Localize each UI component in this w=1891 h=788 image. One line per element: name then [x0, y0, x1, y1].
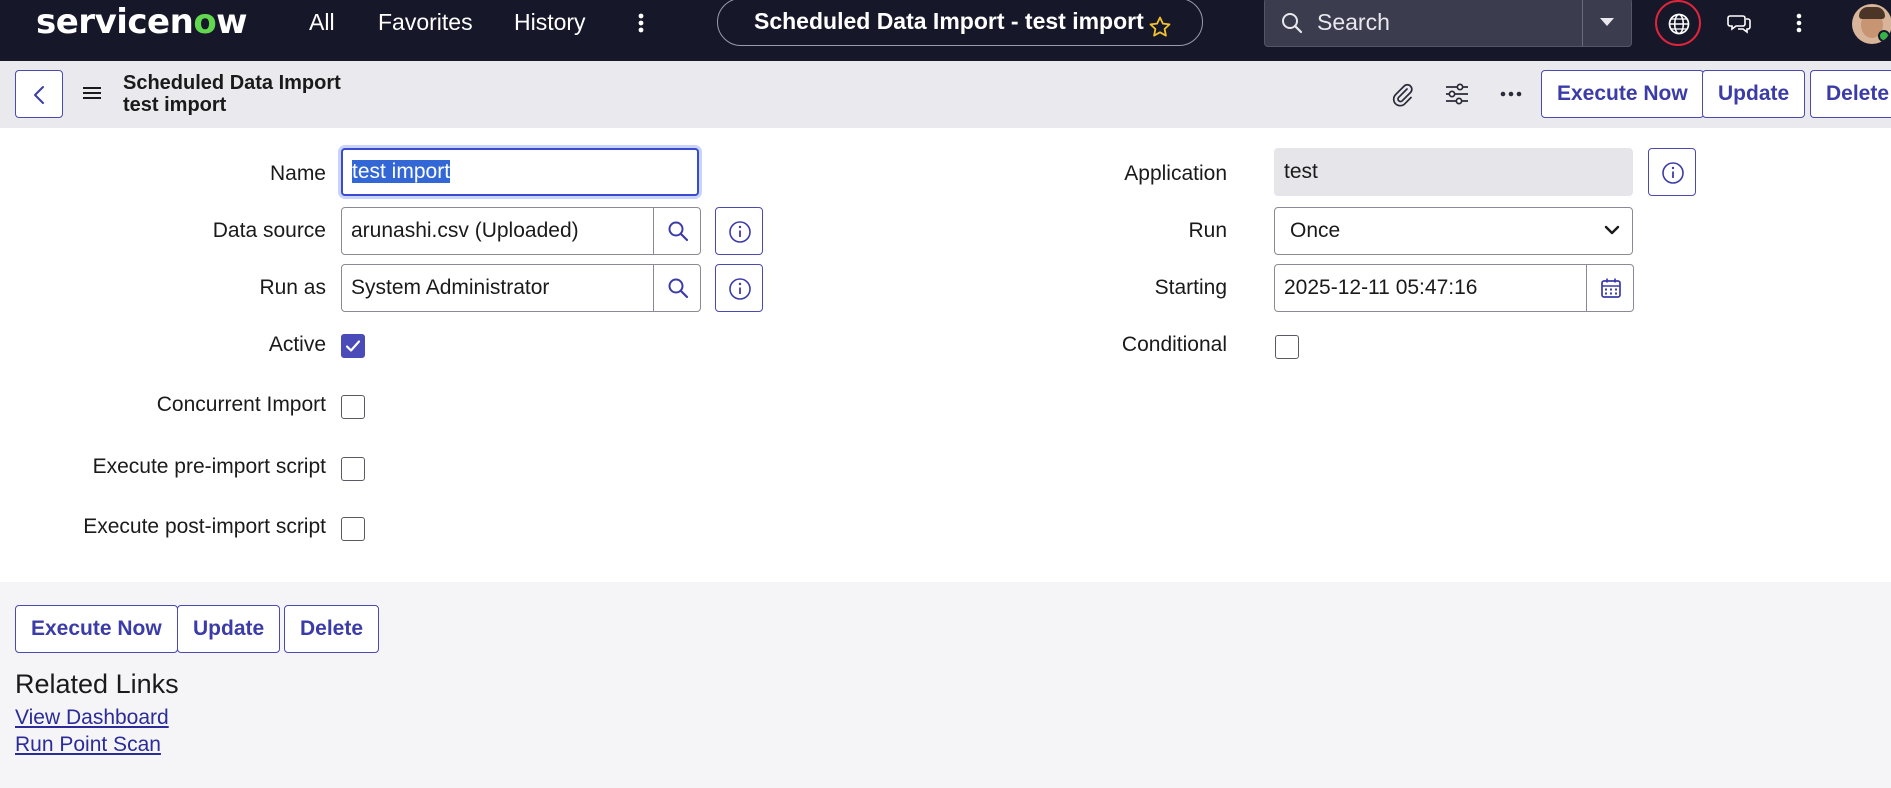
- update-button-bottom[interactable]: Update: [177, 605, 281, 653]
- sliders-icon[interactable]: [1444, 81, 1470, 107]
- search-icon: [1280, 11, 1304, 40]
- related-links-heading: Related Links: [15, 669, 179, 699]
- run-label: Run: [1188, 219, 1227, 242]
- paperclip-icon[interactable]: [1389, 81, 1415, 107]
- starting-field[interactable]: 2025-12-11 05:47:16: [1274, 264, 1587, 312]
- form-subtitle: test import: [123, 94, 227, 116]
- conditional-checkbox[interactable]: [1275, 335, 1299, 359]
- info-icon: [729, 278, 751, 300]
- record-title: Scheduled Data Import - test import: [754, 8, 1144, 34]
- nav-favorites[interactable]: Favorites: [378, 8, 473, 36]
- data-source-lookup-button[interactable]: [653, 207, 701, 255]
- avatar[interactable]: [1852, 4, 1891, 44]
- pre-import-script-checkbox[interactable]: [341, 457, 365, 481]
- info-icon: [729, 221, 751, 243]
- conditional-label: Conditional: [1121, 333, 1227, 356]
- record-title-pill: Scheduled Data Import - test import: [717, 0, 1203, 46]
- back-arrow-icon: [34, 86, 44, 104]
- name-label: Name: [269, 162, 326, 185]
- global-search[interactable]: Search: [1264, 0, 1632, 47]
- data-source-info-button[interactable]: [715, 207, 763, 255]
- form-title: Scheduled Data Import: [123, 72, 341, 94]
- update-button[interactable]: Update: [1702, 70, 1806, 118]
- calendar-icon: [1601, 278, 1621, 298]
- active-checkbox[interactable]: [341, 334, 365, 358]
- application-field: test: [1274, 148, 1633, 196]
- data-source-field[interactable]: arunashi.csv (Uploaded): [341, 207, 654, 255]
- view-dashboard-link[interactable]: View Dashboard: [15, 706, 169, 730]
- search-scope-dropdown[interactable]: [1582, 0, 1631, 46]
- hamburger-icon[interactable]: [83, 85, 103, 106]
- search-input[interactable]: Search: [1317, 9, 1390, 36]
- name-field[interactable]: test import: [341, 148, 699, 196]
- post-import-script-checkbox[interactable]: [341, 517, 365, 541]
- form-header: Scheduled Data Import test import Execut…: [0, 61, 1891, 128]
- checkmark-icon: [345, 340, 361, 352]
- search-icon: [668, 221, 689, 242]
- delete-button-bottom[interactable]: Delete: [284, 605, 380, 653]
- run-select[interactable]: Once: [1274, 207, 1633, 255]
- active-label: Active: [268, 333, 326, 356]
- more-vertical-icon[interactable]: [632, 8, 650, 38]
- calendar-button[interactable]: [1586, 264, 1634, 312]
- info-icon: [1662, 162, 1684, 184]
- star-icon[interactable]: [1148, 9, 1172, 53]
- run-as-lookup-button[interactable]: [653, 264, 701, 312]
- post-import-script-label: Execute post-import script: [83, 515, 326, 538]
- nav-all[interactable]: All: [309, 8, 335, 36]
- chevron-down-icon: [1604, 225, 1620, 235]
- concurrent-import-checkbox[interactable]: [341, 395, 365, 419]
- top-navigation-bar: servicenow All Favorites History Schedul…: [0, 0, 1891, 61]
- run-point-scan-link[interactable]: Run Point Scan: [15, 733, 161, 757]
- servicenow-logo[interactable]: servicenow: [36, 2, 248, 42]
- chevron-down-icon: [1600, 18, 1614, 26]
- globe-icon[interactable]: [1655, 0, 1701, 46]
- run-as-info-button[interactable]: [715, 264, 763, 312]
- run-as-field[interactable]: System Administrator: [341, 264, 654, 312]
- application-info-button[interactable]: [1648, 148, 1696, 196]
- chat-icon[interactable]: [1726, 10, 1752, 36]
- search-icon: [668, 278, 689, 299]
- starting-label: Starting: [1154, 276, 1227, 299]
- more-vertical-icon[interactable]: [1790, 10, 1808, 36]
- presence-indicator: [1878, 30, 1890, 42]
- form-body: Name test import Data source arunashi.cs…: [0, 128, 1891, 582]
- run-as-label: Run as: [259, 276, 326, 299]
- back-button[interactable]: [15, 70, 63, 118]
- concurrent-import-label: Concurrent Import: [156, 393, 326, 416]
- delete-button[interactable]: Delete: [1810, 70, 1891, 118]
- application-label: Application: [1124, 162, 1227, 185]
- nav-history[interactable]: History: [514, 8, 586, 36]
- execute-now-button[interactable]: Execute Now: [1541, 70, 1704, 118]
- more-horizontal-icon[interactable]: [1498, 81, 1524, 107]
- pre-import-script-label: Execute pre-import script: [92, 455, 326, 478]
- run-select-value: Once: [1290, 219, 1341, 242]
- execute-now-button-bottom[interactable]: Execute Now: [15, 605, 178, 653]
- data-source-label: Data source: [212, 219, 326, 242]
